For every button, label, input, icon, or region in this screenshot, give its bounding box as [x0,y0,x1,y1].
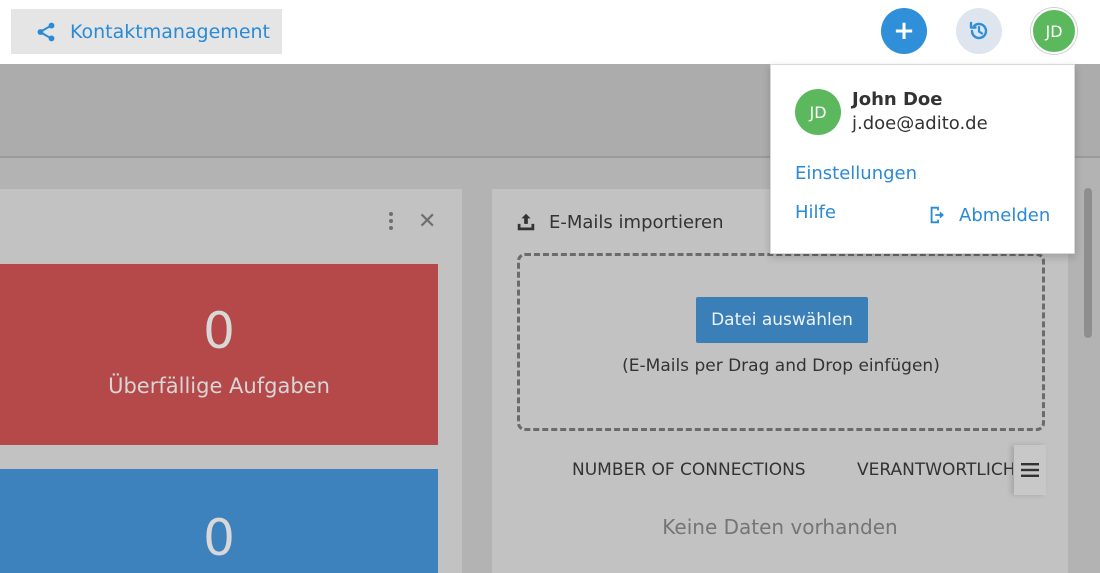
logout-link[interactable]: Abmelden [927,204,1050,226]
help-link[interactable]: Hilfe [795,202,836,223]
file-drop-zone[interactable]: Datei auswählen (E-Mails per Drag and Dr… [517,253,1045,431]
tile-value: 0 [203,302,235,360]
avatar-initials: JD [1045,21,1063,41]
logout-label: Abmelden [959,204,1051,226]
tile-value: 0 [203,509,235,567]
tasks-widget: ✕ 0 Überfällige Aufgaben 0 [0,189,462,573]
second-tile[interactable]: 0 [0,469,438,573]
add-button[interactable]: + [881,8,927,54]
column-header-responsible[interactable]: VERANTWORTLICH [857,460,1013,480]
app-title: Kontaktmanagement [70,20,271,43]
column-header-connections[interactable]: NUMBER OF CONNECTIONS [572,460,806,480]
history-button[interactable] [956,8,1002,54]
menu-icon [1021,463,1039,477]
user-avatar-button[interactable]: JD [1031,8,1077,54]
scrollbar-thumb[interactable] [1084,188,1092,338]
drop-hint: (E-Mails per Drag and Drop einfügen) [622,356,940,376]
logout-icon [930,206,944,224]
choose-file-button[interactable]: Datei auswählen [696,297,868,343]
user-email: j.doe@adito.de [852,113,988,134]
upload-icon [517,213,535,231]
user-menu-dropdown: JD John Doe j.doe@adito.de Einstellungen… [770,64,1075,254]
column-menu-button[interactable] [1014,445,1046,495]
more-options-icon[interactable] [386,211,396,231]
close-icon[interactable]: ✕ [418,209,436,234]
avatar: JD [795,89,841,135]
top-bar: Kontaktmanagement + JD [0,0,1100,64]
empty-state-text: Keine Daten vorhanden [662,515,898,539]
share-icon [37,22,55,41]
history-icon [969,21,988,40]
tile-label: Überfällige Aufgaben [108,374,330,398]
plus-icon: + [893,16,915,46]
app-title-button[interactable]: Kontaktmanagement [11,9,282,54]
widget-title-text: E-Mails importieren [549,211,724,233]
scrollbar[interactable] [1078,158,1100,573]
settings-link[interactable]: Einstellungen [795,163,917,184]
user-name: John Doe [852,89,943,110]
overdue-tasks-tile[interactable]: 0 Überfällige Aufgaben [0,264,438,445]
widget-title: E-Mails importieren [515,211,724,233]
